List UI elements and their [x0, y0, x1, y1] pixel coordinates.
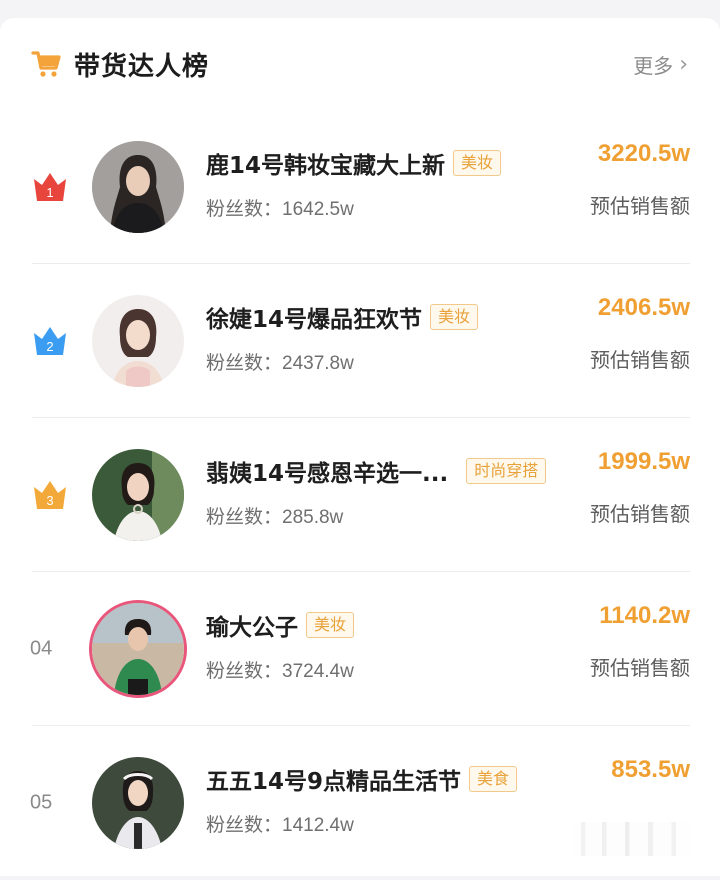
category-tag: 美食 — [469, 766, 518, 792]
sales-amount-label: 预估销售额 — [590, 194, 690, 218]
more-link[interactable]: 更多 › — [633, 50, 688, 79]
avatar[interactable] — [92, 295, 184, 387]
avatar[interactable] — [92, 141, 184, 233]
avatar[interactable] — [92, 603, 184, 695]
svg-text:3: 3 — [46, 493, 53, 508]
sales-amount-label: 预估销售额 — [590, 502, 690, 526]
fans-label: 粉丝数： — [206, 352, 283, 374]
page-title: 带货达人榜 — [74, 51, 210, 82]
chevron-right-icon: › — [679, 51, 688, 77]
fans-value: 1412.4w — [282, 815, 354, 836]
svg-text:2: 2 — [46, 339, 53, 354]
streamer-name: 翡姨14号感恩辛选一... — [206, 461, 449, 487]
sales-amount: 2406.5w — [597, 294, 690, 321]
fans-value: 1642.5w — [282, 199, 354, 220]
sales-amount-label: 预估销售额 — [590, 656, 690, 680]
streamer-name: 鹿14号韩妆宝藏大上新 — [206, 153, 446, 179]
more-label: 更多 — [633, 53, 674, 78]
rank-crown-icon-gold-red: 1 — [30, 169, 70, 205]
sales-amount: 1999.5w — [597, 448, 690, 475]
sales-amount-label: 预估销售额 — [590, 348, 690, 372]
category-tag: 美妆 — [430, 304, 479, 330]
ranking-header: 带货达人榜 更多 › — [30, 46, 688, 82]
fans-label: 粉丝数： — [206, 814, 283, 836]
fans-count: 粉丝数：285.8w — [206, 502, 343, 529]
ranking-row[interactable]: 3 翡姨14号感恩辛选一... 时尚穿搭 粉丝数：285.8w 1999.5w … — [0, 418, 720, 572]
rank-crown-icon-blue: 2 — [30, 323, 70, 359]
svg-text:1: 1 — [46, 185, 53, 200]
fans-count: 粉丝数：3724.4w — [206, 656, 354, 683]
category-tag: 美妆 — [306, 612, 355, 638]
ranking-row[interactable]: 1 鹿14号韩妆宝藏大上新 美妆 粉丝数：1642.5w 3220.5w 预估销… — [0, 110, 720, 264]
rank-number: 04 — [30, 637, 53, 660]
fans-value: 2437.8w — [282, 353, 354, 374]
fans-value: 3724.4w — [282, 661, 354, 682]
rank-number: 05 — [30, 791, 53, 814]
sales-ranking-card: 带货达人榜 更多 › 1 鹿14号韩妆宝藏大上新 美妆 粉丝数：1642.5w … — [0, 18, 720, 876]
fans-value: 285.8w — [282, 507, 344, 528]
avatar[interactable] — [92, 449, 184, 541]
fans-label: 粉丝数： — [206, 506, 283, 528]
ranking-row[interactable]: 2 徐婕14号爆品狂欢节 美妆 粉丝数：2437.8w 2406.5w 预估销售… — [0, 264, 720, 418]
sales-amount: 1140.2w — [599, 602, 690, 629]
fans-count: 粉丝数：1642.5w — [206, 194, 354, 221]
fans-count: 粉丝数：2437.8w — [206, 348, 354, 375]
avatar[interactable] — [92, 757, 184, 849]
ranking-row[interactable]: 04 瑜大公子 美妆 粉丝数：3724.4w 1140.2w 预估销售额 — [0, 572, 720, 726]
fans-label: 粉丝数： — [206, 660, 283, 682]
streamer-name: 徐婕14号爆品狂欢节 — [206, 307, 423, 333]
ranking-row[interactable]: 05 五五14号9点精品生活节 美食 粉丝数：1412.4w 853.5w — [0, 726, 720, 880]
rank-crown-icon-orange: 3 — [30, 477, 70, 513]
sales-amount: 3220.5w — [597, 140, 690, 167]
redaction-overlay — [574, 822, 690, 856]
category-tag: 美妆 — [453, 150, 502, 176]
shopping-cart-icon — [30, 48, 62, 80]
fans-count: 粉丝数：1412.4w — [206, 810, 354, 837]
fans-label: 粉丝数： — [206, 198, 283, 220]
category-tag: 时尚穿搭 — [466, 458, 547, 484]
streamer-name: 五五14号9点精品生活节 — [206, 769, 462, 795]
streamer-name: 瑜大公子 — [206, 615, 298, 641]
sales-amount: 853.5w — [611, 756, 690, 783]
